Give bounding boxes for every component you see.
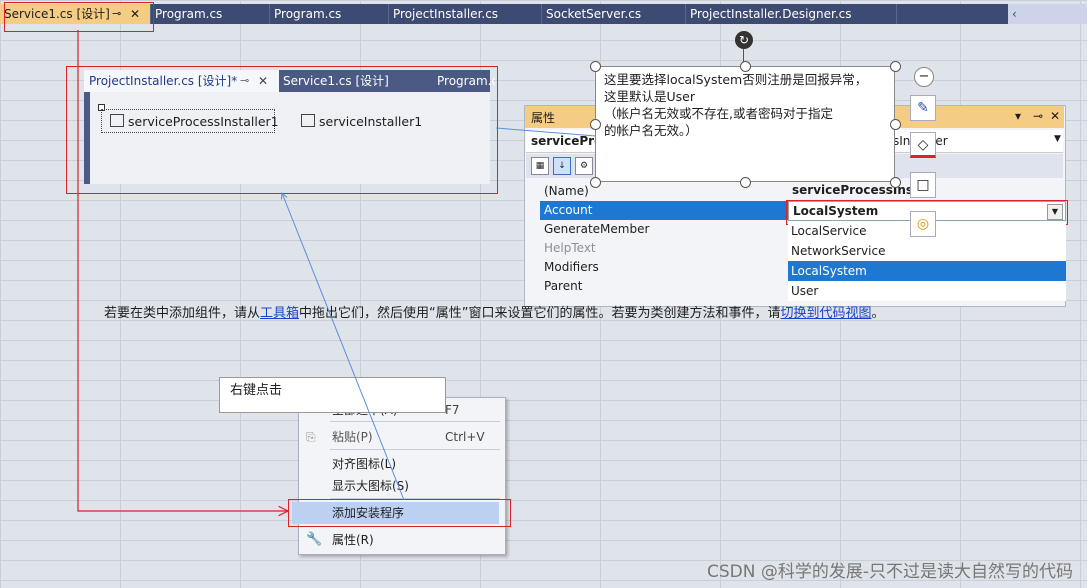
annotation-arrow-red xyxy=(77,30,288,511)
annotation-arrow-blue xyxy=(282,193,405,501)
annotation-connector xyxy=(495,127,597,137)
watermark: CSDN @科学的发展-只不过是读大自然写的代码 xyxy=(706,562,1073,582)
annotation-overlay xyxy=(77,30,597,588)
